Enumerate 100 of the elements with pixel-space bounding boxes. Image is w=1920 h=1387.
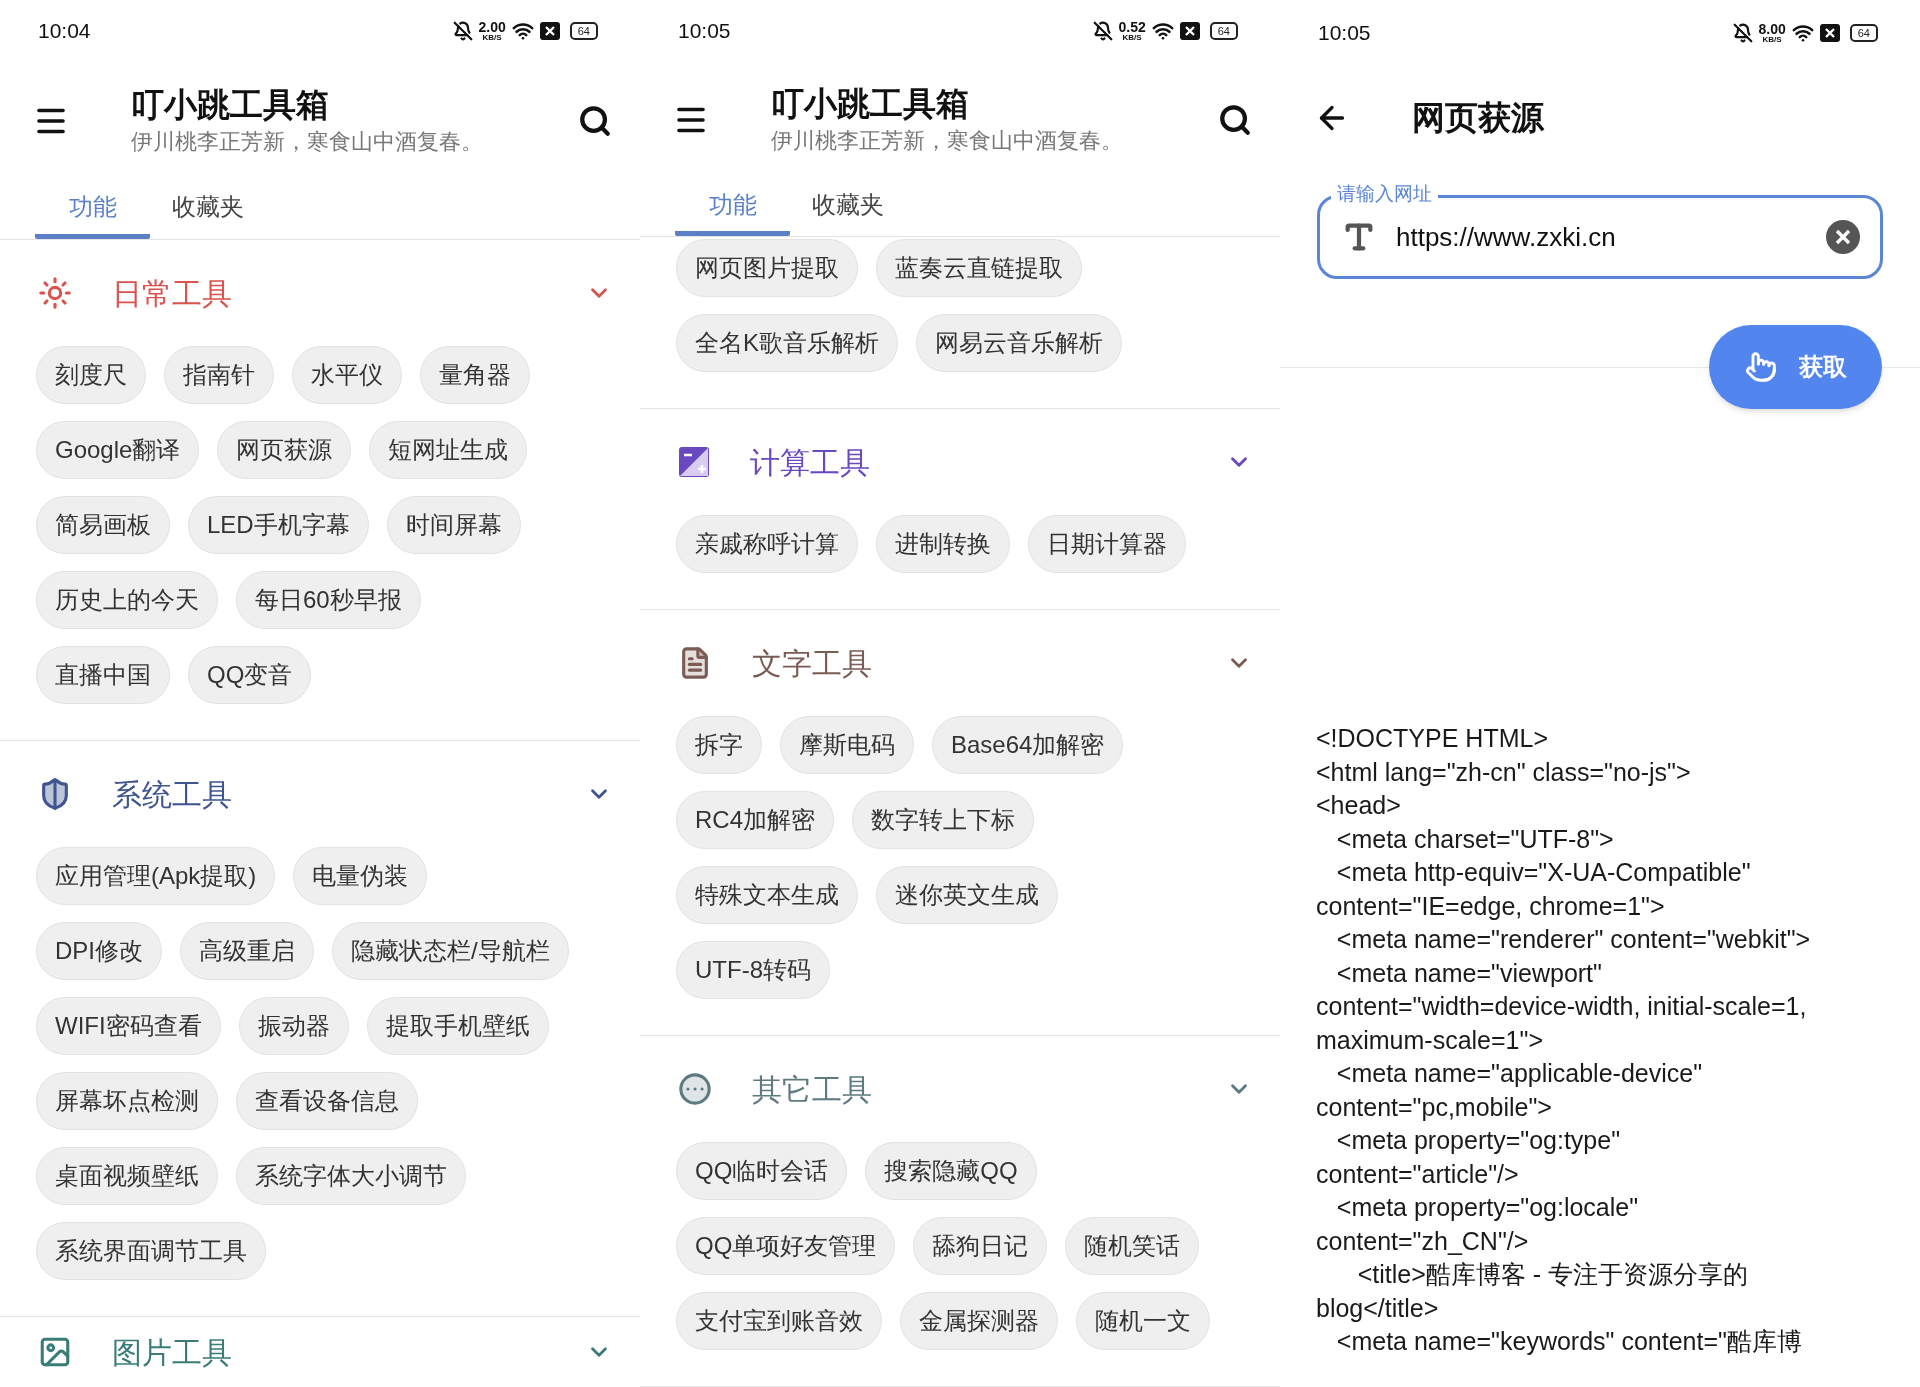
tool-chip[interactable]: 网页图片提取 [676, 239, 858, 297]
source-line: content="pc,mobile"> [1316, 1091, 1553, 1123]
search-icon[interactable] [1218, 102, 1252, 137]
tool-chip[interactable]: QQ单项好友管理 [676, 1217, 896, 1275]
tool-chip[interactable]: 隐藏状态栏/导航栏 [332, 922, 569, 980]
tool-chip[interactable]: UTF-8转码 [676, 941, 830, 999]
source-line: content="IE=edge, chrome=1"> [1316, 890, 1666, 922]
source-line: content="zh_CN"/> [1316, 1225, 1530, 1257]
tool-chip[interactable]: 提取手机壁纸 [366, 997, 549, 1055]
tab[interactable]: 功能 [35, 180, 150, 239]
tool-chip[interactable]: 拆字 [676, 716, 762, 774]
app-subtitle: 伊川桃李正芳新，寒食山中酒复春。 [771, 126, 1124, 155]
source-line: <meta property="og:type" [1335, 1125, 1622, 1156]
tool-chip[interactable]: 全名K歌音乐解析 [676, 314, 898, 372]
tool-chip[interactable]: 刻度尺 [36, 346, 146, 404]
source-line: <meta name="viewport" [1335, 957, 1603, 989]
tab[interactable]: 收藏夹 [790, 178, 905, 236]
tool-chip[interactable]: 指南针 [164, 346, 274, 404]
tool-chip[interactable]: 舔狗日记 [913, 1217, 1048, 1275]
section-title: 其它工具 [752, 1071, 873, 1108]
tool-chip[interactable]: 应用管理(Apk提取) [36, 847, 276, 905]
tool-chip[interactable]: Google翻译 [36, 421, 200, 479]
tab[interactable]: 收藏夹 [150, 180, 265, 239]
battery-indicator: 64 [1209, 21, 1238, 40]
bell-off-icon [452, 20, 473, 41]
tool-chip[interactable]: 直播中国 [36, 646, 170, 704]
tool-chip[interactable]: 时间屏幕 [386, 496, 521, 554]
tool-chip[interactable]: 金属探测器 [900, 1292, 1058, 1350]
tool-chip[interactable]: 数字转上下标 [852, 791, 1034, 849]
source-line: <!DOCTYPE HTML> [1316, 723, 1549, 754]
tool-chip[interactable]: 进制转换 [876, 515, 1010, 573]
fetch-button[interactable]: 获取 [1709, 325, 1882, 409]
tool-chip[interactable]: 摩斯电码 [780, 716, 914, 774]
calculator-square-icon [678, 446, 710, 478]
tool-chip[interactable]: 高级重启 [180, 922, 314, 980]
tool-chip[interactable]: 日期计算器 [1028, 515, 1186, 573]
section-title: 图片工具 [112, 1334, 233, 1371]
section-title: 系统工具 [112, 776, 233, 813]
source-line: <title>酷库博客 - 专注于资源分享的 [1356, 1259, 1749, 1290]
tool-chip[interactable]: 网易云音乐解析 [916, 314, 1122, 372]
tool-chip[interactable]: 电量伪装 [293, 847, 428, 905]
network-speed: 2.00 KB/S [478, 19, 506, 42]
tool-chip[interactable]: 量角器 [420, 346, 530, 404]
tool-chip[interactable]: 水平仪 [292, 346, 402, 404]
clock-time: 10:04 [38, 18, 91, 45]
source-line: <meta charset="UTF-8"> [1335, 823, 1615, 855]
tool-chip[interactable]: 亲戚称呼计算 [676, 515, 858, 573]
tool-chip[interactable]: 随机一文 [1076, 1292, 1210, 1350]
tool-chip[interactable]: 每日60秒早报 [236, 571, 421, 629]
tool-chip[interactable]: 迷你英文生成 [876, 866, 1058, 924]
source-line: <meta property="og:locale" [1335, 1192, 1640, 1223]
more-icon [678, 1072, 712, 1106]
clock-time: 10:05 [678, 17, 731, 44]
section-title: 文字工具 [752, 645, 873, 682]
clock-time: 10:05 [1318, 19, 1371, 46]
tool-chip[interactable]: Base64加解密 [932, 716, 1124, 774]
app-title: 叮小跳工具箱 [131, 85, 330, 126]
tool-chip[interactable]: 振动器 [238, 997, 349, 1055]
section-title: 日常工具 [112, 275, 233, 312]
battery-indicator: 64 [569, 21, 598, 40]
bell-off-icon [1092, 20, 1113, 41]
source-line: content="width=device-width, initial-scale=1, [1316, 991, 1808, 1022]
tool-chip[interactable]: 桌面视频壁纸 [36, 1147, 218, 1205]
tool-chip[interactable]: 随机笑话 [1065, 1217, 1200, 1275]
source-line: content="article"/> [1316, 1158, 1520, 1190]
tool-chip[interactable]: DPI修改 [36, 922, 162, 980]
source-line: <html lang="zh-cn" class="no-js"> [1316, 756, 1692, 788]
source-line: <head> [1316, 790, 1402, 821]
tool-chip[interactable]: 查看设备信息 [236, 1072, 418, 1130]
tool-chip[interactable]: 简易画板 [36, 496, 170, 554]
tool-chip[interactable]: LED手机字幕 [188, 496, 369, 554]
section-title: 计算工具 [750, 444, 871, 481]
page-title: 网页获源 [1412, 97, 1544, 138]
source-line: <meta name="renderer" content="webkit"> [1335, 924, 1812, 955]
source-line: <meta name="applicable-device" [1335, 1058, 1704, 1089]
url-input[interactable]: https://www.zxki.cn [1396, 217, 1826, 257]
tool-chip[interactable]: QQ变音 [188, 646, 312, 704]
tool-chip[interactable]: 特殊文本生成 [676, 866, 858, 924]
tool-chip[interactable]: 网页获源 [217, 421, 352, 479]
app-subtitle: 伊川桃李正芳新，寒食山中酒复春。 [131, 128, 484, 157]
tool-chip[interactable]: RC4加解密 [676, 791, 834, 849]
sun-icon [38, 276, 72, 310]
network-speed: 0.52 KB/S [1118, 19, 1146, 42]
clear-icon[interactable] [1826, 220, 1860, 254]
field-label: 请输入网址 [1331, 182, 1438, 206]
hand-pointer-icon [1744, 351, 1777, 383]
tool-chip[interactable]: WIFI密码查看 [36, 997, 221, 1055]
source-line: maximum-scale=1"> [1316, 1024, 1544, 1056]
tool-chip[interactable]: 系统界面调节工具 [36, 1222, 266, 1280]
tool-chip[interactable]: 屏幕坏点检测 [36, 1072, 218, 1130]
tool-chip[interactable]: 历史上的今天 [36, 571, 218, 629]
tool-chip[interactable]: 系统字体大小调节 [236, 1147, 466, 1205]
search-icon[interactable] [578, 104, 612, 139]
tool-chip[interactable]: 蓝奏云直链提取 [876, 239, 1082, 297]
tool-chip[interactable]: 搜索隐藏QQ [865, 1142, 1037, 1200]
source-line: blog</title> [1316, 1292, 1440, 1324]
tool-chip[interactable]: 支付宝到账音效 [676, 1292, 882, 1350]
tool-chip[interactable]: QQ临时会话 [676, 1142, 848, 1200]
tool-chip[interactable]: 短网址生成 [369, 421, 528, 479]
source-line: <meta name="keywords" content="酷库博 [1335, 1326, 1803, 1357]
